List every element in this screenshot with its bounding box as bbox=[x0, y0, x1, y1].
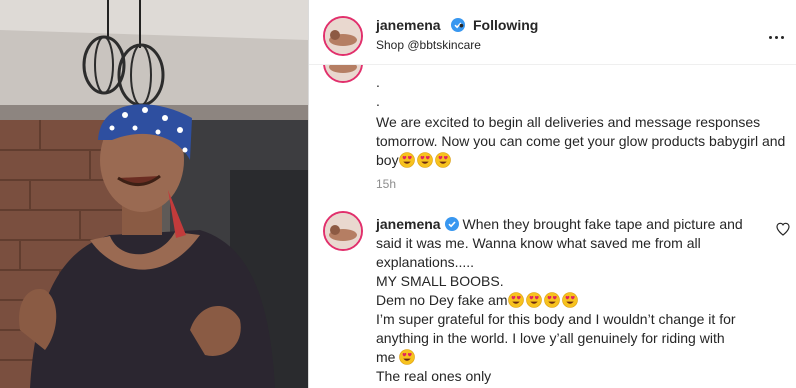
comment-body: janemena When they brought fake tape and… bbox=[376, 215, 746, 386]
caption-author-avatar[interactable] bbox=[323, 65, 363, 83]
heart-eyes-emoji bbox=[525, 292, 542, 308]
caption-text: . . We are excited to begin all deliveri… bbox=[376, 73, 796, 170]
heart-eyes-emoji bbox=[416, 152, 433, 168]
video-frame bbox=[0, 0, 308, 388]
verified-badge-icon bbox=[444, 217, 459, 231]
more-options-icon[interactable] bbox=[767, 26, 787, 39]
heart-icon[interactable] bbox=[775, 221, 791, 237]
heart-eyes-emoji bbox=[507, 292, 524, 308]
caption-dot-line: . bbox=[376, 74, 380, 90]
heart-eyes-emoji bbox=[398, 152, 415, 168]
post-header: janemena • Following Shop @bbtskincare bbox=[309, 0, 796, 65]
post-detail-panel: janemena • Following Shop @bbtskincare .… bbox=[308, 0, 796, 388]
comment-line: MY SMALL BOOBS. bbox=[376, 273, 504, 289]
comments-feed[interactable]: . . We are excited to begin all deliveri… bbox=[309, 65, 796, 388]
comment-line: The real ones only bbox=[376, 368, 492, 384]
caption-dot-line: . bbox=[376, 93, 380, 109]
author-username[interactable]: janemena bbox=[376, 17, 441, 33]
emoji-group bbox=[398, 152, 453, 168]
author-avatar[interactable] bbox=[323, 16, 363, 56]
separator-dot: • bbox=[459, 17, 464, 33]
following-button[interactable]: Following bbox=[473, 17, 538, 33]
commenter-avatar[interactable] bbox=[323, 211, 363, 251]
heart-eyes-emoji bbox=[543, 292, 560, 308]
shop-link[interactable]: Shop @bbtskincare bbox=[376, 38, 481, 52]
emoji-group bbox=[507, 292, 580, 308]
emoji-group bbox=[399, 349, 417, 365]
caption-timestamp[interactable]: 15h bbox=[376, 177, 396, 191]
heart-eyes-emoji bbox=[561, 292, 578, 308]
post-video[interactable] bbox=[0, 0, 308, 388]
comment-line: Dem no Dey fake am bbox=[376, 292, 508, 308]
comment-line: I’m super grateful for this body and I w… bbox=[376, 311, 736, 365]
heart-eyes-emoji bbox=[399, 349, 416, 365]
commenter-username[interactable]: janemena bbox=[376, 216, 441, 232]
heart-eyes-emoji bbox=[434, 152, 451, 168]
